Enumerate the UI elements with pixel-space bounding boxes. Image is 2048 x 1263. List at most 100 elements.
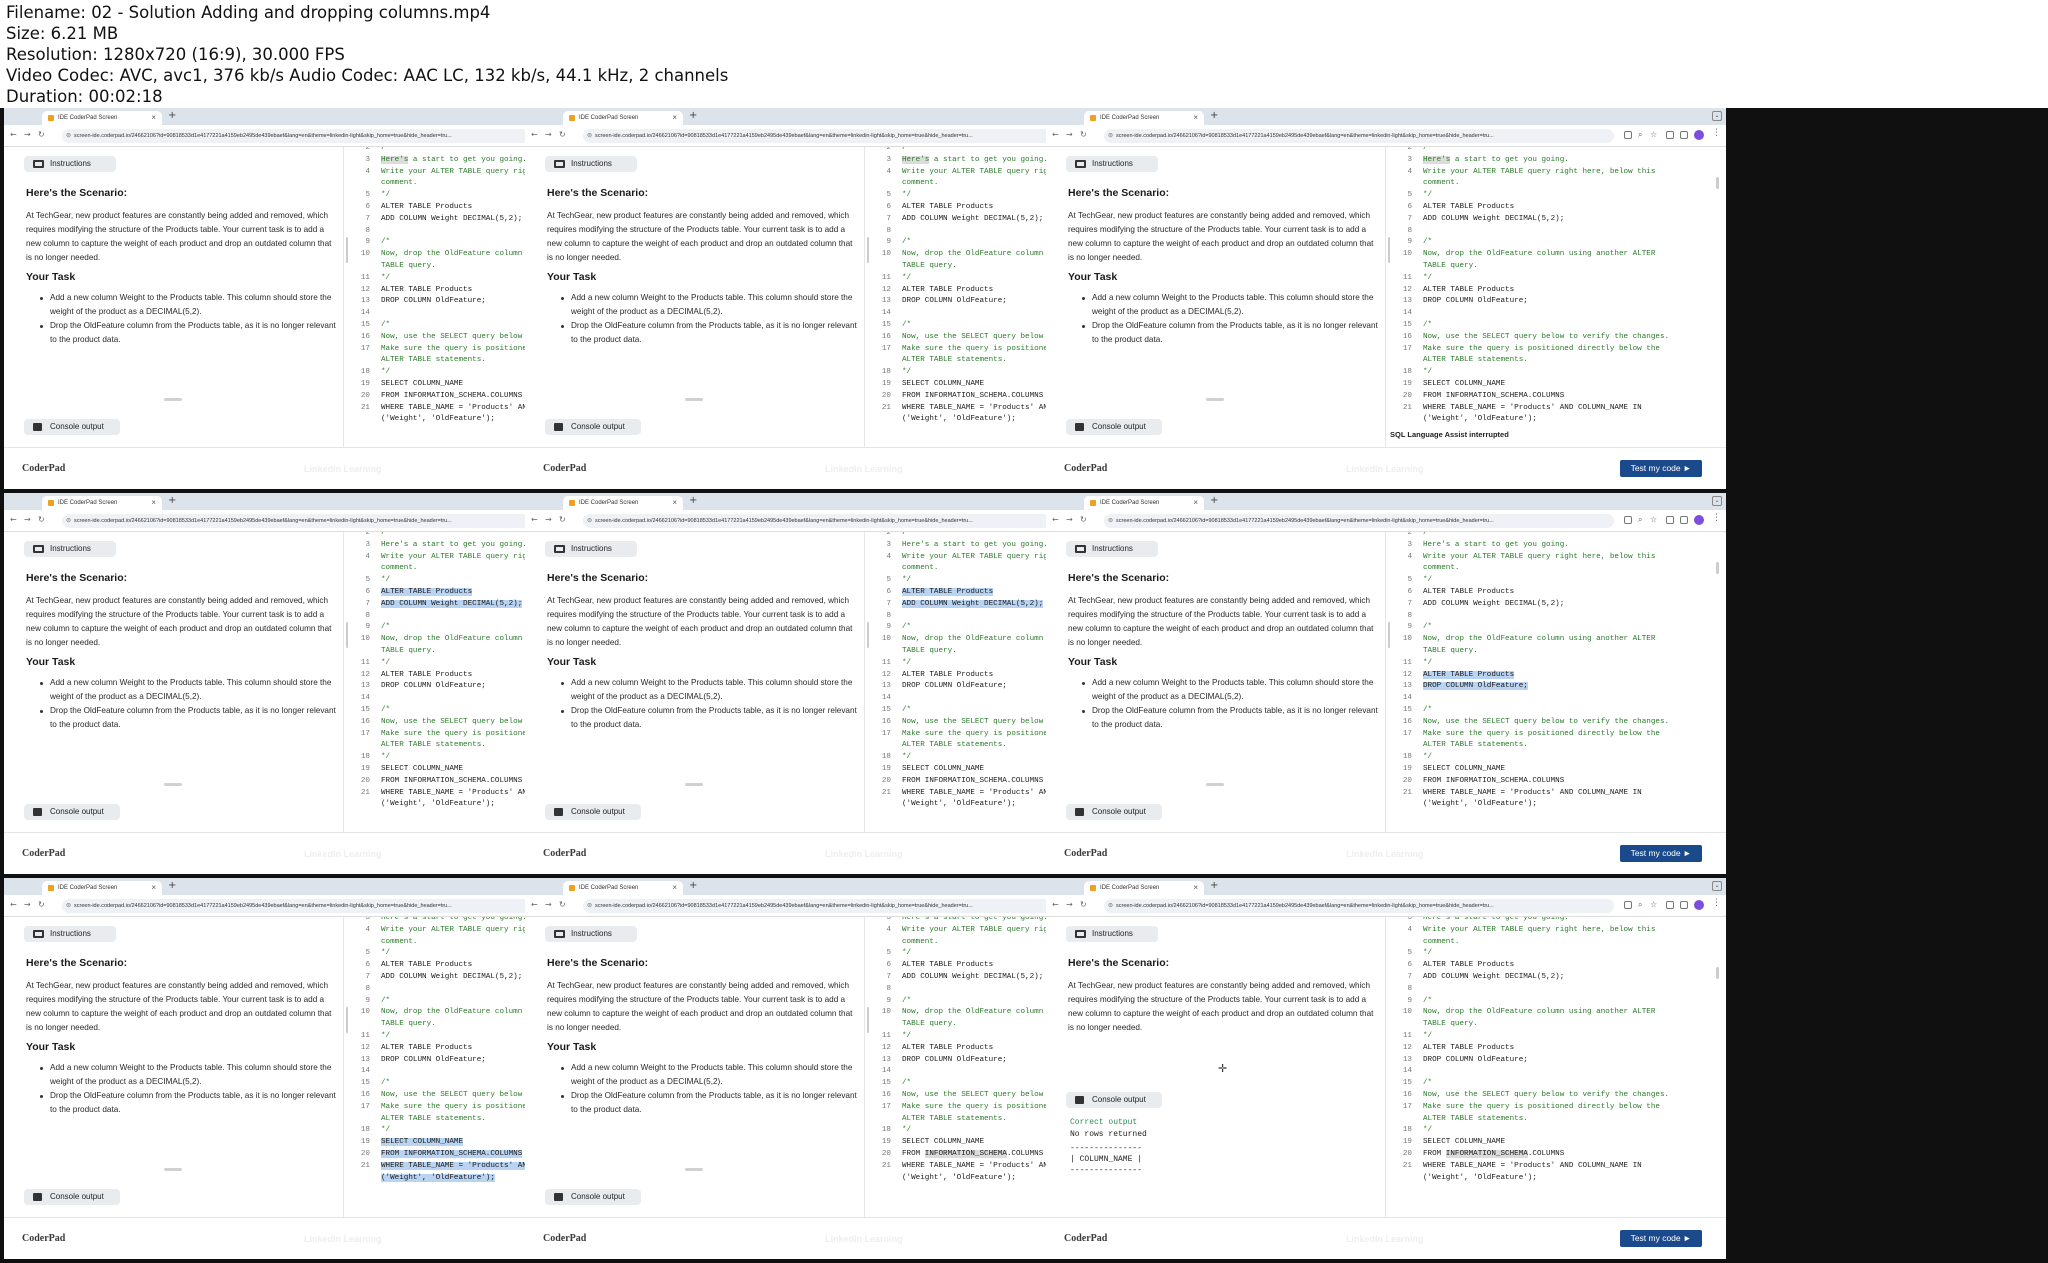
forward-arrow-icon[interactable]: → (545, 900, 552, 909)
chevron-down-icon[interactable]: ⌄ (1712, 111, 1722, 121)
code-line[interactable]: 18 */ (348, 1125, 390, 1137)
new-tab-button[interactable]: + (1210, 110, 1218, 121)
forward-arrow-icon[interactable]: → (24, 900, 31, 909)
instructions-tab[interactable]: Instructions (24, 156, 116, 172)
code-line[interactable]: 9 /* (348, 622, 390, 634)
code-line[interactable]: TABLE query. (348, 1019, 436, 1031)
screen-cast-icon[interactable] (1624, 516, 1632, 524)
code-line[interactable]: ('Weight', 'OldFeature'); (348, 414, 495, 426)
code-line[interactable]: 6 ALTER TABLE Products (1390, 587, 1514, 599)
code-line[interactable]: 16 Now, use the SELECT query below to ver… (1390, 717, 1669, 729)
code-line[interactable]: comment. (1390, 937, 1459, 949)
kebab-menu-icon[interactable]: ⋮ (1712, 128, 1721, 138)
code-line[interactable]: 11 */ (1390, 1031, 1432, 1043)
code-line[interactable]: 15 /* (869, 705, 911, 717)
code-line[interactable]: 20 FROM INFORMATION_SCHEMA.COLUMNS (348, 1149, 523, 1161)
code-line[interactable]: 5 */ (869, 190, 911, 202)
browser-tab[interactable]: IDE CoderPad Screen × (1084, 111, 1204, 125)
console-output-tab[interactable]: Console output (24, 1189, 120, 1205)
code-line[interactable]: 14 (869, 693, 902, 705)
code-line[interactable]: 12 ALTER TABLE Products (869, 1043, 993, 1055)
forward-arrow-icon[interactable]: → (24, 130, 31, 139)
browser-tab[interactable]: IDE CoderPad Screen × (563, 881, 683, 895)
code-line[interactable]: 3 Here's a start to get you going. (348, 540, 526, 552)
reload-icon[interactable]: ↻ (559, 515, 566, 524)
back-arrow-icon[interactable]: ← (10, 515, 17, 524)
panel-resize-handle[interactable] (164, 398, 182, 401)
code-line[interactable]: 19 SELECT COLUMN_NAME (1390, 379, 1505, 391)
code-line[interactable]: 5 */ (348, 948, 390, 960)
panel-resize-handle[interactable] (164, 783, 182, 786)
new-tab-button[interactable]: + (689, 110, 697, 121)
url-field[interactable]: ⊜ screen-ide.coderpad.io/24662106?id=908… (1104, 514, 1614, 528)
browser-tab[interactable]: IDE CoderPad Screen × (563, 111, 683, 125)
reload-icon[interactable]: ↻ (559, 900, 566, 909)
forward-arrow-icon[interactable]: → (545, 130, 552, 139)
close-tab-icon[interactable]: × (1193, 881, 1198, 895)
back-arrow-icon[interactable]: ← (1052, 130, 1059, 139)
code-line[interactable]: 18 */ (348, 367, 390, 379)
code-line[interactable]: 10 Now, drop the OldFeature column using … (1390, 249, 1656, 261)
panel-resize-handle[interactable] (685, 398, 703, 401)
code-line[interactable]: 18 */ (1390, 752, 1432, 764)
instructions-tab[interactable]: Instructions (24, 541, 116, 557)
zoom-icon[interactable]: ⌕ (1638, 515, 1642, 525)
code-line[interactable]: 3 Here's a start to get you going. (869, 917, 1047, 925)
code-line[interactable]: 15 /* (1390, 1078, 1432, 1090)
browser-tab[interactable]: IDE CoderPad Screen × (563, 496, 683, 510)
console-output-tab[interactable]: Console output (1066, 804, 1162, 820)
code-line[interactable]: 3 Here's a start to get you going. (1390, 917, 1568, 925)
new-tab-button[interactable]: + (168, 880, 176, 891)
code-line[interactable]: 16 Now, use the SELECT query below to ver… (1390, 332, 1669, 344)
close-tab-icon[interactable]: × (1193, 496, 1198, 510)
code-line[interactable]: 6 ALTER TABLE Products (1390, 202, 1514, 214)
code-line[interactable]: ('Weight', 'OldFeature'); (1390, 414, 1537, 426)
code-line[interactable]: 15 /* (1390, 705, 1432, 717)
sidebar-icon[interactable] (1680, 131, 1688, 139)
code-line[interactable]: 21 WHERE TABLE_NAME = 'Products' AND COLU… (1390, 788, 1642, 800)
code-line[interactable]: 7 ADD COLUMN Weight DECIMAL(5,2); (869, 972, 1043, 984)
forward-arrow-icon[interactable]: → (545, 515, 552, 524)
code-line[interactable]: TABLE query. (348, 646, 436, 658)
code-line[interactable]: 12 ALTER TABLE Products (348, 285, 472, 297)
forward-arrow-icon[interactable]: → (24, 515, 31, 524)
console-output-tab[interactable]: Console output (1066, 1092, 1162, 1108)
code-line[interactable]: TABLE query. (869, 646, 957, 658)
code-line[interactable]: 13 DROP COLUMN OldFeature; (1390, 296, 1528, 308)
code-line[interactable]: 2 /* (348, 147, 390, 155)
code-line[interactable]: comment. (1390, 178, 1459, 190)
code-line[interactable]: comment. (869, 563, 938, 575)
code-line[interactable]: 11 */ (348, 273, 390, 285)
code-line[interactable]: 3 Here's a start to get you going. (869, 155, 1048, 167)
code-line[interactable]: 4 Write your ALTER TABLE query right here… (1390, 552, 1655, 564)
code-line[interactable]: 2 /* (348, 532, 390, 540)
code-line[interactable]: ALTER TABLE statements. (348, 740, 486, 752)
instructions-tab[interactable]: Instructions (24, 926, 116, 942)
code-line[interactable]: ('Weight', 'OldFeature'); (869, 414, 1016, 426)
code-line[interactable]: comment. (1390, 563, 1459, 575)
reload-icon[interactable]: ↻ (559, 130, 566, 139)
code-line[interactable]: 12 ALTER TABLE Products (1390, 1043, 1514, 1055)
code-line[interactable]: 6 ALTER TABLE Products (348, 960, 472, 972)
screen-cast-icon[interactable] (1624, 901, 1632, 909)
code-line[interactable]: 6 ALTER TABLE Products (869, 587, 994, 599)
code-line[interactable]: 13 DROP COLUMN OldFeature; (869, 681, 1007, 693)
code-line[interactable]: 18 */ (869, 367, 911, 379)
reload-icon[interactable]: ↻ (38, 130, 45, 139)
code-line[interactable]: 2 /* (869, 147, 911, 155)
code-line[interactable]: 16 Now, use the SELECT query below to ver… (1390, 1090, 1669, 1102)
back-arrow-icon[interactable]: ← (531, 515, 538, 524)
close-tab-icon[interactable]: × (1193, 111, 1198, 125)
code-line[interactable]: 19 SELECT COLUMN_NAME (869, 1137, 984, 1149)
url-field[interactable]: ⊜ screen-ide.coderpad.io/24662106?id=908… (1104, 129, 1614, 143)
code-line[interactable]: 20 FROM INFORMATION_SCHEMA.COLUMNS (1390, 1149, 1564, 1161)
code-line[interactable]: 6 ALTER TABLE Products (1390, 960, 1514, 972)
code-line[interactable]: 7 ADD COLUMN Weight DECIMAL(5,2); (348, 599, 523, 611)
extension-icon[interactable] (1666, 901, 1674, 909)
editor-scrollbar[interactable] (1716, 967, 1719, 979)
star-icon[interactable]: ☆ (1650, 900, 1657, 909)
code-line[interactable]: 15 /* (1390, 320, 1432, 332)
console-output-tab[interactable]: Console output (24, 419, 120, 435)
code-line[interactable]: comment. (348, 178, 417, 190)
code-line[interactable]: 14 (1390, 693, 1423, 705)
